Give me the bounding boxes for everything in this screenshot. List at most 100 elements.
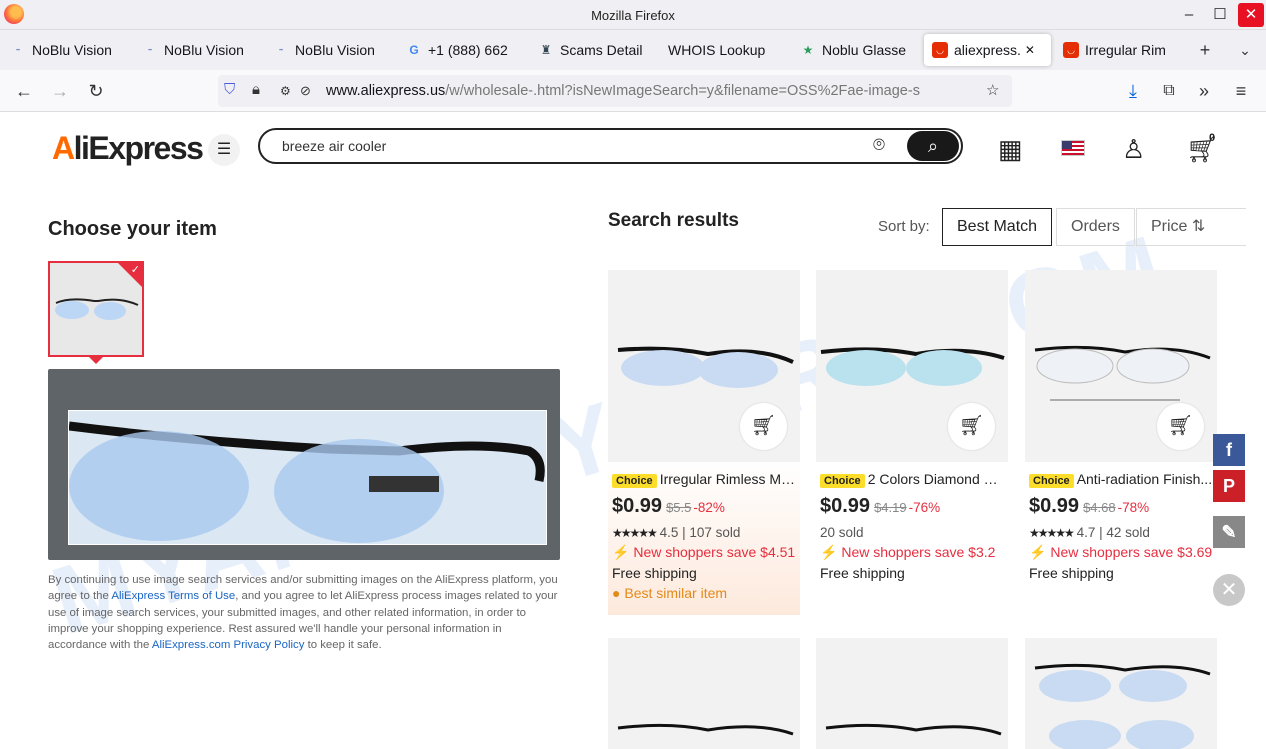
- minimize-button[interactable]: –: [1176, 3, 1202, 27]
- product-rating: ★★★★★ 4.5 | 107 sold: [612, 525, 741, 540]
- sold-count: 42 sold: [1106, 525, 1150, 540]
- category-menu-icon[interactable]: ☰: [208, 134, 240, 166]
- rating-value: 4.7: [1076, 525, 1096, 540]
- thumbs-up-icon: ●: [612, 585, 621, 601]
- sort-label: Sort by:: [878, 218, 930, 235]
- glasses-product-image: [825, 723, 1002, 736]
- tab-scams[interactable]: ♜ Scams Detail: [530, 34, 656, 66]
- sort-best-match[interactable]: Best Match: [942, 208, 1053, 246]
- sort-price[interactable]: Price ⇅: [1136, 208, 1246, 246]
- add-to-cart-icon[interactable]: 🛒︎: [740, 403, 787, 450]
- tab-whois[interactable]: WHOIS Lookup: [660, 34, 788, 66]
- tab-label: NoBlu Vision: [164, 42, 244, 58]
- url-bar[interactable]: ⛉ 🔒︎ ⚙ ⊘ www.aliexpress.us/w/wholesale-.…: [218, 75, 1012, 107]
- product-card[interactable]: [1025, 638, 1217, 749]
- lock-icon[interactable]: 🔒︎: [252, 81, 260, 98]
- tab-noblu-glasses[interactable]: ★ Noblu Glasse: [792, 34, 918, 66]
- reload-icon[interactable]: ↻: [83, 78, 109, 104]
- stars-icon: ★★★★★: [612, 526, 658, 540]
- search-input[interactable]: [282, 138, 842, 154]
- pinterest-share-icon[interactable]: P: [1213, 470, 1245, 502]
- downloads-icon[interactable]: ⤓: [1120, 78, 1146, 104]
- maximize-button[interactable]: ☐: [1207, 3, 1233, 27]
- aliexpress-favicon-icon: ◡: [932, 42, 948, 58]
- list-tabs-icon[interactable]: ⌄: [1232, 37, 1258, 63]
- aliexpress-logo[interactable]: AliExpress: [52, 130, 204, 167]
- price-original: $4.19: [874, 500, 907, 515]
- noblu-favicon-icon: ⁃: [147, 43, 153, 57]
- price-original: $4.68: [1083, 500, 1116, 515]
- privacy-policy-link[interactable]: AliExpress.com Privacy Policy: [152, 639, 305, 651]
- tab-irregular[interactable]: ◡ Irregular Rim: [1055, 34, 1177, 66]
- promo-text: ⚡ New shoppers save $3.69: [1029, 544, 1212, 561]
- image-search-disclaimer: By continuing to use image search servic…: [48, 572, 558, 653]
- product-title[interactable]: Choice Anti-radiation Finish...: [1029, 471, 1213, 488]
- product-card[interactable]: 🛒︎ Choice 2 Colors Diamond Cu... $0.99 $4.…: [816, 270, 1008, 615]
- tab-noblu-3[interactable]: ⁃ NoBlu Vision: [265, 34, 393, 66]
- permissions-icon[interactable]: ⚙: [280, 84, 291, 98]
- extensions-icon[interactable]: ⧉: [1156, 78, 1182, 104]
- product-card[interactable]: [816, 638, 1008, 749]
- search-button[interactable]: ⌕: [907, 131, 959, 161]
- tab-label: Irregular Rim: [1085, 42, 1166, 58]
- tab-noblu-1[interactable]: ⁃ NoBlu Vision: [2, 34, 130, 66]
- tracking-icon[interactable]: ⊘: [300, 83, 311, 99]
- price-current: $0.99: [1029, 495, 1080, 517]
- window-titlebar: Mozilla Firefox – ☐ ✕: [0, 0, 1266, 30]
- tab-phone[interactable]: G +1 (888) 662: [398, 34, 526, 66]
- qr-code-icon[interactable]: ▦: [998, 134, 1023, 165]
- add-to-cart-icon[interactable]: 🛒︎: [1157, 403, 1204, 450]
- back-icon[interactable]: ←: [11, 78, 37, 104]
- selected-item-thumbnail[interactable]: ✓: [48, 261, 144, 357]
- url-text[interactable]: www.aliexpress.us/w/wholesale-.html?isNe…: [326, 83, 981, 99]
- price-current: $0.99: [612, 495, 663, 517]
- crop-selection[interactable]: [68, 410, 547, 545]
- product-title[interactable]: Choice Irregular Rimless My...: [612, 471, 796, 488]
- product-rating: 20 sold: [820, 525, 864, 540]
- image-search-camera-icon[interactable]: ⌾: [873, 134, 885, 157]
- tab-aliexpress[interactable]: ◡ aliexpress. ✕: [924, 34, 1051, 66]
- search-results-heading: Search results: [608, 210, 739, 231]
- bookmark-star-icon[interactable]: ☆: [986, 81, 999, 99]
- product-card[interactable]: [608, 638, 800, 749]
- close-window-button[interactable]: ✕: [1238, 3, 1264, 27]
- choice-badge: Choice: [1029, 474, 1074, 488]
- promo-label: New shoppers save $4.51: [633, 544, 796, 560]
- edit-icon[interactable]: ✎: [1213, 516, 1245, 548]
- tab-label: Scams Detail: [560, 42, 643, 58]
- product-title-text: 2 Colors Diamond Cu...: [867, 471, 1004, 487]
- forward-icon[interactable]: →: [47, 78, 73, 104]
- close-share-icon[interactable]: ✕: [1213, 574, 1245, 606]
- coupon-icon: ⚡: [820, 544, 838, 560]
- tab-noblu-2[interactable]: ⁃ NoBlu Vision: [134, 34, 262, 66]
- product-card[interactable]: 🛒︎ Choice Anti-radiation Finish... $0.99 $…: [1025, 270, 1217, 615]
- product-title[interactable]: Choice 2 Colors Diamond Cu...: [820, 471, 1004, 488]
- account-icon[interactable]: ♙: [1122, 134, 1145, 165]
- product-price: $0.99 $4.19 -76%: [820, 495, 940, 518]
- facebook-share-icon[interactable]: f: [1213, 434, 1245, 466]
- promo-label: New shoppers save $3.2: [841, 544, 996, 560]
- app-menu-icon[interactable]: ≡: [1228, 78, 1254, 104]
- tab-label: +1 (888) 662: [428, 42, 508, 58]
- us-flag-icon[interactable]: [1061, 140, 1085, 156]
- more-tools-icon[interactable]: »: [1191, 78, 1217, 104]
- stars-icon: ★★★★★: [1029, 526, 1075, 540]
- price-original: $5.5: [666, 500, 692, 515]
- new-tab-icon[interactable]: +: [1192, 37, 1218, 63]
- add-to-cart-icon[interactable]: 🛒︎: [948, 403, 995, 450]
- shield-icon[interactable]: ⛉: [224, 81, 235, 98]
- close-tab-icon[interactable]: ✕: [1025, 43, 1035, 57]
- thumbnail-pointer: [89, 357, 103, 364]
- terms-of-use-link[interactable]: AliExpress Terms of Use: [111, 590, 235, 602]
- noblu-favicon-icon: ⁃: [15, 43, 21, 57]
- cart-count: 0: [1209, 132, 1216, 144]
- product-card[interactable]: 🛒︎ Choice Irregular Rimless My... $0.99 $5…: [608, 270, 800, 615]
- glasses-preview-image: [68, 421, 545, 543]
- rating-value: 4.5: [659, 525, 679, 540]
- shipping-text: Free shipping: [1029, 565, 1114, 581]
- search-bar: ⌾ ⌕: [258, 128, 963, 164]
- shipping-text: Free shipping: [820, 565, 905, 581]
- navigation-toolbar: ← → ↻ ⛉ 🔒︎ ⚙ ⊘ www.aliexpress.us/w/whole…: [0, 70, 1266, 112]
- sort-orders[interactable]: Orders: [1056, 208, 1135, 246]
- tab-label: NoBlu Vision: [32, 42, 112, 58]
